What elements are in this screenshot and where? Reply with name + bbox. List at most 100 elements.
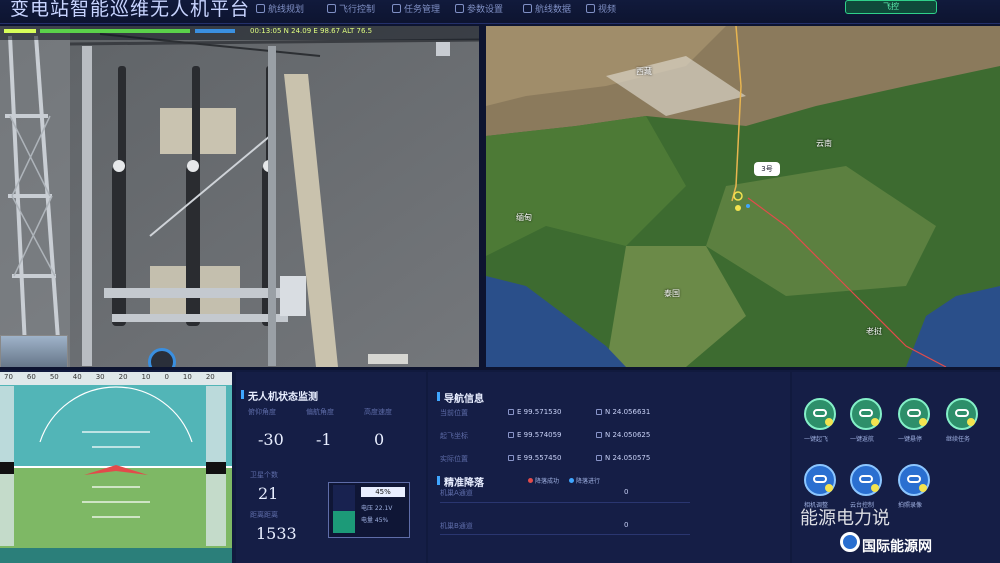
nav-row-label: 起飞坐标 <box>440 432 468 440</box>
nav-row-value-a: E 99.557450 <box>508 454 562 462</box>
resume-icon <box>967 418 975 426</box>
gimbal-sub-icon <box>871 484 879 492</box>
legend-item-success: 降落成功 <box>528 476 559 485</box>
signal-bar <box>4 29 36 33</box>
hover-icon <box>919 418 927 426</box>
return-home-button[interactable] <box>850 398 882 430</box>
navigation-title: 导航信息 <box>437 390 484 405</box>
return-home-label: 一键返航 <box>850 436 875 443</box>
capture-icon <box>907 475 921 483</box>
nav-row-value-b: N 24.050575 <box>596 454 650 462</box>
watermark-text: 能源电力说 <box>800 508 890 529</box>
drone-icon <box>907 409 921 417</box>
settings-icon <box>455 3 464 13</box>
flight-icon <box>327 3 336 13</box>
latitude-icon <box>596 432 602 438</box>
distance-value: 1533 <box>256 524 297 543</box>
telemetry-strip: 00:13:05 N 24.09 E 98.67 ALT 76.5 <box>0 26 479 40</box>
nav-route-planning[interactable]: 航线规划 <box>256 1 304 15</box>
capture-button[interactable] <box>898 464 930 496</box>
takeoff-button[interactable] <box>804 398 836 430</box>
hover-label: 一键悬停 <box>898 436 923 443</box>
landing-progress-line <box>440 502 690 503</box>
satellites-value: 21 <box>258 484 279 503</box>
nav-row-label: 实际位置 <box>440 455 468 463</box>
nav-row-label: 当前位置 <box>440 409 468 417</box>
resume-task-label: 继续任务 <box>946 436 971 443</box>
video-feed-panel[interactable]: 00:13:05 N 24.09 E 98.67 ALT 76.5 <box>0 26 479 367</box>
nav-parameter-settings[interactable]: 参数设置 <box>455 1 503 15</box>
resume-task-button[interactable] <box>946 398 978 430</box>
nav-video[interactable]: 视频 <box>586 1 616 15</box>
map-place-label: 云南 <box>816 139 832 148</box>
nav-row-value-b: N 24.056631 <box>596 408 650 416</box>
navigation-info-panel: 导航信息 当前位置 E 99.571530 N 24.056631 起飞坐标 E… <box>428 372 790 563</box>
longitude-icon <box>508 409 514 415</box>
app-title: 变电站智能巡维无人机平台 <box>10 0 251 20</box>
flight-control-button[interactable]: 飞控 <box>845 0 937 14</box>
battery-fill <box>333 511 355 533</box>
control-panel: 一键起飞 一键返航 一键悬停 继续任务 相机调整 云台控制 拍照录像 能源电力说… <box>792 372 1000 563</box>
latitude-icon <box>596 455 602 461</box>
landing-row-value: 0 <box>624 488 629 496</box>
data-icon <box>523 3 532 13</box>
battery-percent: 45% <box>361 487 405 497</box>
gimbal-icon <box>859 475 873 483</box>
satellite-map-image <box>486 26 1000 367</box>
nav-row-value-a: E 99.571530 <box>508 408 562 416</box>
yaw-value: -1 <box>316 430 332 449</box>
gimbal-control-button[interactable] <box>850 464 882 496</box>
capture-label: 拍照录像 <box>898 502 923 509</box>
takeoff-icon <box>825 418 833 426</box>
landing-row-value: 0 <box>624 521 629 529</box>
speed-label: 高度速度 <box>364 408 392 416</box>
camera-adjust-button[interactable] <box>804 464 836 496</box>
drone-icon <box>955 409 969 417</box>
longitude-icon <box>508 432 514 438</box>
attitude-indicator: 70 60 50 40 30 20 10 0 10 20 <box>0 372 232 563</box>
record-icon <box>919 484 927 492</box>
nav-flight-control[interactable]: 飞行控制 <box>327 1 375 15</box>
battery-voltage: 电压 22.1V <box>361 505 393 512</box>
hover-button[interactable] <box>898 398 930 430</box>
watermark-brand: 国际能源网 <box>862 539 932 555</box>
landing-legend: 降落成功 降落进行 <box>528 476 600 485</box>
battery-charge: 电量 45% <box>361 517 389 524</box>
map-place-label: 老挝 <box>866 327 882 336</box>
map-place-label: 西藏 <box>636 67 652 76</box>
telemetry-text: 00:13:05 N 24.09 E 98.67 ALT 76.5 <box>250 27 373 35</box>
adjust-icon <box>825 484 833 492</box>
landing-title: 精准降落 <box>437 474 484 489</box>
nav-row-value-a: E 99.574059 <box>508 431 562 439</box>
satellite-map-panel[interactable]: 缅甸 泰国 老挝 云南 西藏 3号 <box>486 26 1000 367</box>
drone-icon <box>813 409 827 417</box>
latitude-icon <box>596 409 602 415</box>
return-icon <box>871 418 879 426</box>
nav-row-value-b: N 24.050625 <box>596 431 650 439</box>
landing-row-label: 机巢A通道 <box>440 489 473 497</box>
drone-map-badge[interactable]: 3号 <box>754 162 780 176</box>
pitch-value: -30 <box>258 430 284 449</box>
drone-status-title: 无人机状态监测 <box>241 388 318 403</box>
landing-progress-line <box>440 534 690 535</box>
nav-task-management[interactable]: 任务管理 <box>392 1 440 15</box>
landing-row-label: 机巢B通道 <box>440 522 473 530</box>
pitch-label: 俯仰角度 <box>248 408 276 416</box>
speed-value: 0 <box>374 430 385 449</box>
battery-level-bar <box>333 485 355 533</box>
progress-bar <box>40 29 190 33</box>
top-bar: 变电站智能巡维无人机平台 航线规划 飞行控制 任务管理 参数设置 航线数据 视频… <box>0 0 1000 24</box>
attitude-indicator-graphic <box>0 372 232 563</box>
drone-status-panel: 无人机状态监测 俯仰角度 -30 偏航角度 -1 高度速度 0 卫星个数 21 … <box>236 372 426 563</box>
legend-item-progress: 降落进行 <box>569 476 600 485</box>
substation-aerial-image <box>0 26 479 367</box>
map-place-label: 泰国 <box>664 289 680 298</box>
picture-in-picture-view[interactable] <box>0 335 68 367</box>
status-bar <box>195 29 235 33</box>
takeoff-label: 一键起飞 <box>804 436 829 443</box>
camera-icon <box>813 475 827 483</box>
map-place-label: 缅甸 <box>516 213 532 222</box>
nav-route-data[interactable]: 航线数据 <box>523 1 571 15</box>
battery-gauge: 45% 电压 22.1V 电量 45% <box>328 482 410 538</box>
route-icon <box>256 3 265 13</box>
